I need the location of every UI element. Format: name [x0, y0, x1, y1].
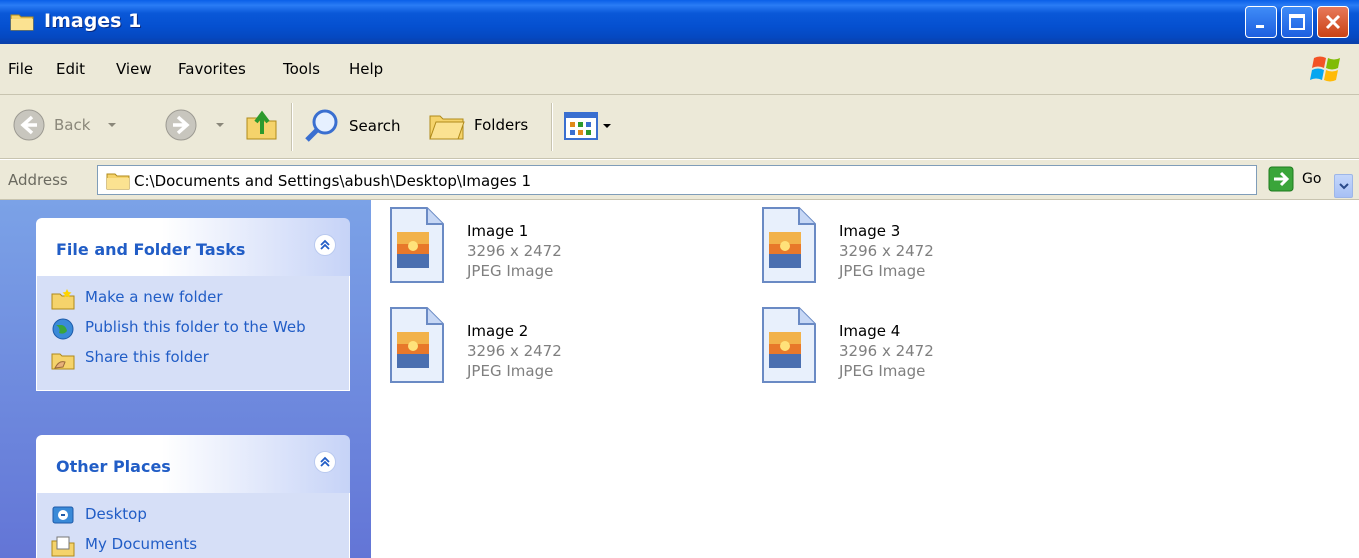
- menu-tools[interactable]: Tools: [283, 60, 320, 78]
- place-label: My Documents: [85, 535, 198, 553]
- task-share-folder[interactable]: Share this folder: [51, 348, 335, 370]
- desktop-icon: [52, 506, 74, 524]
- file-folder-tasks-header[interactable]: File and Folder Tasks: [36, 218, 350, 276]
- jpeg-image-icon: [390, 207, 444, 283]
- back-arrow-icon: [13, 109, 45, 141]
- share-folder-icon: [51, 353, 75, 370]
- address-label: Address: [8, 171, 68, 189]
- file-item-image-1[interactable]: Image 1 3296 x 2472 JPEG Image: [387, 206, 707, 288]
- place-desktop[interactable]: Desktop: [51, 505, 335, 527]
- place-label: Desktop: [85, 505, 147, 523]
- task-label: Publish this folder to the Web: [85, 318, 306, 336]
- task-label: Make a new folder: [85, 288, 223, 306]
- collapse-button[interactable]: [314, 451, 336, 473]
- task-publish-folder[interactable]: Publish this folder to the Web: [51, 318, 335, 340]
- menu-file[interactable]: File: [8, 60, 33, 78]
- close-icon: [1325, 14, 1341, 30]
- chevron-down-icon: [603, 124, 611, 128]
- file-type: JPEG Image: [467, 262, 554, 280]
- title-bar[interactable]: Images 1: [0, 0, 1359, 44]
- file-dimensions: 3296 x 2472: [839, 342, 934, 360]
- back-button[interactable]: Back: [12, 108, 118, 142]
- file-name: Image 3: [839, 222, 901, 240]
- panel-title: Other Places: [56, 457, 171, 476]
- search-icon: [305, 109, 338, 142]
- task-label: Share this folder: [85, 348, 209, 366]
- file-type: JPEG Image: [839, 362, 926, 380]
- search-label: Search: [349, 117, 401, 135]
- file-name: Image 1: [467, 222, 529, 240]
- views-button[interactable]: [563, 111, 613, 141]
- panel-title: File and Folder Tasks: [56, 240, 246, 259]
- menu-bar: File Edit View Favorites Tools Help: [0, 44, 1359, 95]
- other-places-body: Desktop My Documents: [36, 493, 350, 558]
- folders-button[interactable]: Folders: [428, 108, 528, 142]
- forward-button[interactable]: [164, 108, 226, 142]
- close-button[interactable]: [1317, 6, 1349, 38]
- file-name: Image 2: [467, 322, 529, 340]
- file-item-image-4[interactable]: Image 4 3296 x 2472 JPEG Image: [759, 306, 1079, 388]
- jpeg-image-icon: [762, 207, 816, 283]
- menu-edit[interactable]: Edit: [56, 60, 85, 78]
- go-button[interactable]: Go: [1268, 166, 1321, 192]
- folder-icon: [10, 14, 34, 31]
- file-type: JPEG Image: [467, 362, 554, 380]
- chevron-up-double-icon: [320, 239, 330, 250]
- file-dimensions: 3296 x 2472: [467, 342, 562, 360]
- folders-icon: [429, 115, 465, 140]
- chevron-up-double-icon: [320, 456, 330, 467]
- jpeg-image-icon: [390, 307, 444, 383]
- toolbar: Back Search Folders: [0, 95, 1359, 159]
- menu-view[interactable]: View: [116, 60, 152, 78]
- file-folder-tasks-panel: File and Folder Tasks Make a new folder …: [36, 218, 350, 391]
- file-list: Image 1 3296 x 2472 JPEG Image Image 2 3…: [371, 200, 1359, 558]
- file-item-image-3[interactable]: Image 3 3296 x 2472 JPEG Image: [759, 206, 1079, 288]
- address-value: C:\Documents and Settings\abush\Desktop\…: [134, 172, 532, 190]
- up-folder-icon: [246, 110, 277, 140]
- menu-favorites[interactable]: Favorites: [178, 60, 246, 78]
- address-bar: Address C:\Documents and Settings\abush\…: [0, 160, 1359, 200]
- other-places-panel: Other Places Desktop My Documents: [36, 435, 350, 558]
- address-dropdown[interactable]: [1334, 174, 1353, 198]
- my-documents-icon: [51, 536, 75, 557]
- file-item-image-2[interactable]: Image 2 3296 x 2472 JPEG Image: [387, 306, 707, 388]
- place-my-documents[interactable]: My Documents: [51, 535, 335, 557]
- collapse-button[interactable]: [314, 234, 336, 256]
- chevron-down-icon: [1338, 183, 1349, 190]
- task-pane: File and Folder Tasks Make a new folder …: [0, 200, 371, 558]
- jpeg-image-icon: [762, 307, 816, 383]
- folder-icon: [106, 173, 130, 190]
- maximize-button[interactable]: [1281, 6, 1313, 38]
- window-title: Images 1: [44, 10, 142, 32]
- file-dimensions: 3296 x 2472: [839, 242, 934, 260]
- maximize-icon: [1289, 14, 1305, 30]
- minimize-button[interactable]: [1245, 6, 1277, 38]
- forward-arrow-icon: [165, 109, 197, 141]
- new-folder-icon: [51, 289, 75, 310]
- file-name: Image 4: [839, 322, 901, 340]
- go-label: Go: [1302, 171, 1322, 187]
- address-input[interactable]: C:\Documents and Settings\abush\Desktop\…: [97, 165, 1353, 198]
- chevron-down-icon: [108, 123, 117, 127]
- chevron-down-icon: [216, 123, 224, 127]
- views-icon: [564, 112, 598, 140]
- folders-label: Folders: [474, 116, 529, 134]
- menu-help[interactable]: Help: [349, 60, 383, 78]
- task-make-new-folder[interactable]: Make a new folder: [51, 288, 335, 310]
- file-type: JPEG Image: [839, 262, 926, 280]
- back-label: Back: [54, 116, 91, 134]
- go-arrow-icon: [1268, 166, 1294, 192]
- other-places-header[interactable]: Other Places: [36, 435, 350, 493]
- up-folder-button[interactable]: [244, 106, 280, 142]
- minimize-icon: [1256, 25, 1264, 28]
- globe-icon: [52, 318, 74, 340]
- search-button[interactable]: Search: [303, 108, 401, 144]
- file-folder-tasks-body: Make a new folder Publish this folder to…: [36, 276, 350, 391]
- windows-logo-icon: [1310, 56, 1340, 82]
- file-dimensions: 3296 x 2472: [467, 242, 562, 260]
